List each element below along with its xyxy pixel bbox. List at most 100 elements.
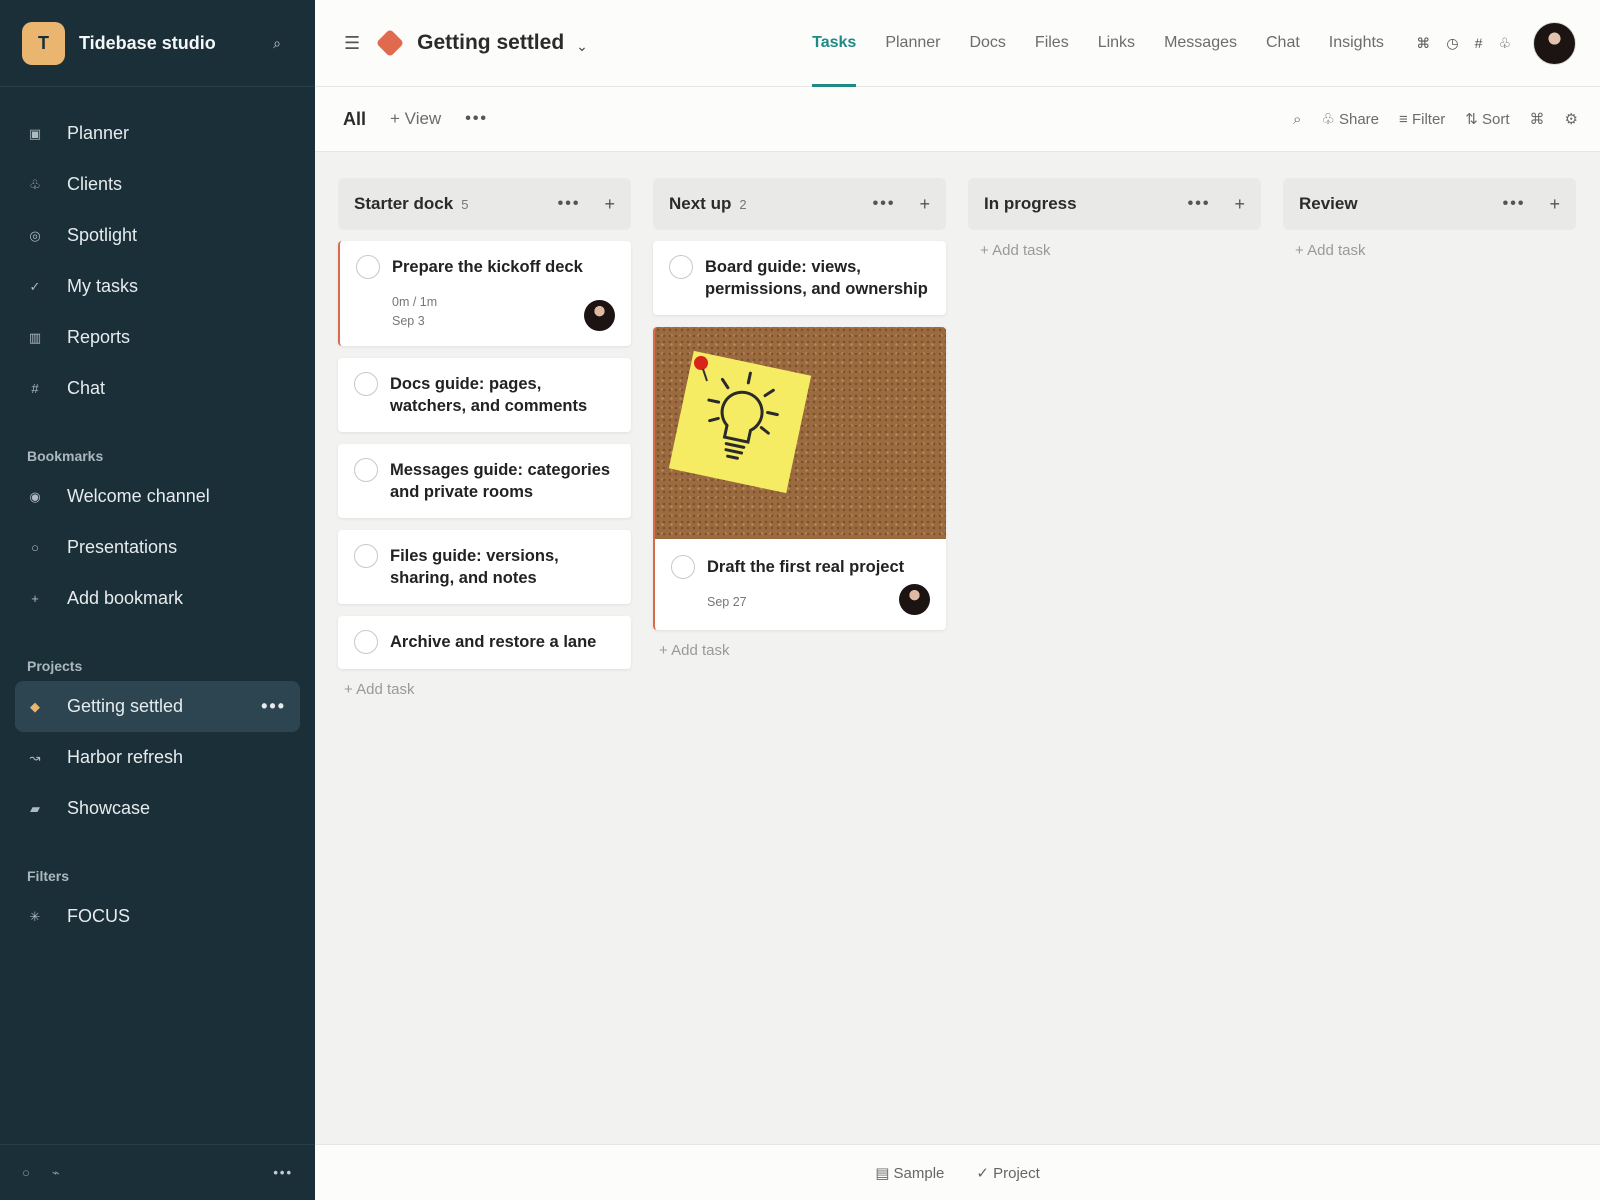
sidebar-item-label: Presentations (67, 537, 178, 557)
card-title[interactable]: Files guide: versions, sharing, and note… (390, 545, 615, 589)
search-icon[interactable]: ⌕ (1293, 111, 1301, 128)
add-task-button[interactable]: + Add task (338, 681, 631, 698)
workspace-avatar[interactable]: T (22, 21, 65, 65)
column-starter-dock: Starter dock 5 ••• + Prepare the kickoff dec… (338, 178, 631, 698)
add-task-button[interactable]: + Add task (1283, 242, 1576, 259)
complete-checkbox[interactable] (354, 372, 378, 396)
project-title[interactable]: Getting settled (417, 31, 564, 55)
sidebar-item-reports[interactable]: ▥ Reports (0, 312, 300, 363)
workspace-name[interactable]: Tidebase studio (79, 33, 273, 54)
clock-icon[interactable]: ◷ (1446, 35, 1458, 52)
status-icon[interactable]: ○ (22, 1165, 30, 1180)
task-card[interactable]: Messages guide: categories and private r… (338, 444, 631, 518)
sidebar-item-spotlight[interactable]: ◎ Spotlight (0, 210, 300, 261)
filter-button[interactable]: ≡ Filter (1399, 111, 1445, 128)
column-title[interactable]: In progress (984, 194, 1077, 214)
card-title[interactable]: Draft the first real project (707, 556, 904, 578)
tab-insights[interactable]: Insights (1329, 0, 1384, 87)
card-title[interactable]: Prepare the kickoff deck (392, 256, 583, 278)
sidebar-item-welcome-channel[interactable]: ◉ Welcome channel (0, 471, 300, 522)
assignee-avatar[interactable] (899, 584, 930, 615)
sidebar-item-planner[interactable]: ▣ Planner (0, 108, 300, 159)
sidebar-item-harbor-refresh[interactable]: ↝ Harbor refresh (0, 732, 300, 783)
add-task-icon[interactable]: + (1234, 194, 1245, 215)
project-more-button[interactable]: ••• (261, 696, 286, 717)
card-header: Board guide: views, permissions, and own… (669, 255, 930, 300)
complete-checkbox[interactable] (669, 255, 693, 279)
add-task-icon[interactable]: + (1549, 194, 1560, 215)
complete-checkbox[interactable] (354, 544, 378, 568)
people-icon[interactable]: ♧ (1498, 35, 1511, 52)
task-card[interactable]: Archive and restore a lane (338, 616, 631, 669)
wave-icon: ↝ (29, 749, 41, 765)
chevron-down-icon[interactable]: ⌄ (576, 38, 588, 55)
menu-icon[interactable]: ☰ (344, 33, 360, 54)
sidebar-item-clients[interactable]: ♧ Clients (0, 159, 300, 210)
project-header: ☰ Getting settled ⌄ Tasks Planner Docs File… (315, 0, 1600, 87)
card-title[interactable]: Board guide: views, permissions, and own… (705, 256, 930, 300)
column-more-button[interactable]: ••• (558, 195, 581, 213)
complete-checkbox[interactable] (356, 255, 380, 279)
sidebar-item-showcase[interactable]: ▰ Showcase (0, 783, 300, 834)
sidebar-item-getting-settled[interactable]: ◆ Getting settled ••• (15, 681, 300, 732)
complete-checkbox[interactable] (354, 458, 378, 482)
card-title[interactable]: Archive and restore a lane (390, 631, 596, 653)
task-card[interactable]: Draft the first real project Sep 27 (653, 327, 946, 630)
column-title[interactable]: Next up (669, 194, 731, 214)
add-task-button[interactable]: + Add task (653, 642, 946, 659)
add-view-button[interactable]: + View (390, 109, 441, 129)
task-card[interactable]: Docs guide: pages, watchers, and comment… (338, 358, 631, 432)
assignee-avatar[interactable] (584, 300, 615, 331)
card-header: Draft the first real project (671, 555, 930, 579)
column-header: Review ••• + (1283, 178, 1576, 230)
sidebar-item-add-bookmark[interactable]: + Add bookmark (0, 573, 300, 624)
search-icon[interactable]: ⌕ (273, 35, 281, 52)
asterisk-icon: ✳ (29, 908, 41, 924)
add-task-icon[interactable]: + (604, 194, 615, 215)
sidebar-item-presentations[interactable]: ○ Presentations (0, 522, 300, 573)
column-more-button[interactable]: ••• (1188, 195, 1211, 213)
tab-files[interactable]: Files (1035, 0, 1069, 87)
sort-button[interactable]: ⇅ Sort (1465, 110, 1509, 128)
tab-tasks[interactable]: Tasks (812, 0, 857, 87)
settings-icon[interactable]: ⚙ (1565, 110, 1578, 128)
task-card[interactable]: Files guide: versions, sharing, and note… (338, 530, 631, 604)
tab-links[interactable]: Links (1098, 0, 1135, 87)
sidebar-item-chat[interactable]: # Chat (0, 363, 300, 414)
card-title[interactable]: Docs guide: pages, watchers, and comment… (390, 373, 615, 417)
column-more-button[interactable]: ••• (1503, 195, 1526, 213)
tab-docs[interactable]: Docs (969, 0, 1005, 87)
wave-icon[interactable]: ⌁ (52, 1165, 60, 1181)
sidebar-item-my-tasks[interactable]: ✓ My tasks (0, 261, 300, 312)
tab-planner[interactable]: Planner (885, 0, 940, 87)
card-header: Messages guide: categories and private r… (354, 458, 615, 503)
project-tabs: Tasks Planner Docs Files Links Messages Chat In… (798, 0, 1399, 87)
clients-icon: ♧ (29, 176, 41, 192)
complete-checkbox[interactable] (354, 630, 378, 654)
user-avatar[interactable] (1533, 21, 1576, 65)
hash-icon[interactable]: # (1475, 35, 1483, 51)
add-task-icon[interactable]: + (919, 194, 930, 215)
tab-messages[interactable]: Messages (1164, 0, 1237, 87)
sidebar-more-button[interactable]: ••• (273, 1165, 293, 1180)
toolbar-more-button[interactable]: ••• (465, 110, 488, 128)
due-date: Sep 3 (392, 314, 425, 328)
sidebar-item-focus[interactable]: ✳ FOCUS (0, 891, 300, 942)
tab-chat[interactable]: Chat (1266, 0, 1300, 87)
project-button[interactable]: ✓ Project (976, 1164, 1039, 1182)
complete-checkbox[interactable] (671, 555, 695, 579)
workspace-header[interactable]: T Tidebase studio ⌕ (0, 0, 315, 87)
task-card[interactable]: Prepare the kickoff deck 0m / 1m Sep 3 (338, 241, 631, 346)
command-icon[interactable]: ⌘ (1530, 110, 1545, 128)
column-title[interactable]: Review (1299, 194, 1358, 214)
task-card[interactable]: Board guide: views, permissions, and own… (653, 241, 946, 315)
view-all-tab[interactable]: All (343, 109, 366, 130)
column-more-button[interactable]: ••• (873, 195, 896, 213)
share-button[interactable]: ♧ Share (1321, 110, 1379, 128)
hash-icon: # (31, 381, 39, 396)
add-task-button[interactable]: + Add task (968, 242, 1261, 259)
sample-button[interactable]: ▤ Sample (875, 1164, 944, 1182)
column-title[interactable]: Starter dock (354, 194, 453, 214)
card-title[interactable]: Messages guide: categories and private r… (390, 459, 615, 503)
command-icon[interactable]: ⌘ (1416, 35, 1430, 52)
